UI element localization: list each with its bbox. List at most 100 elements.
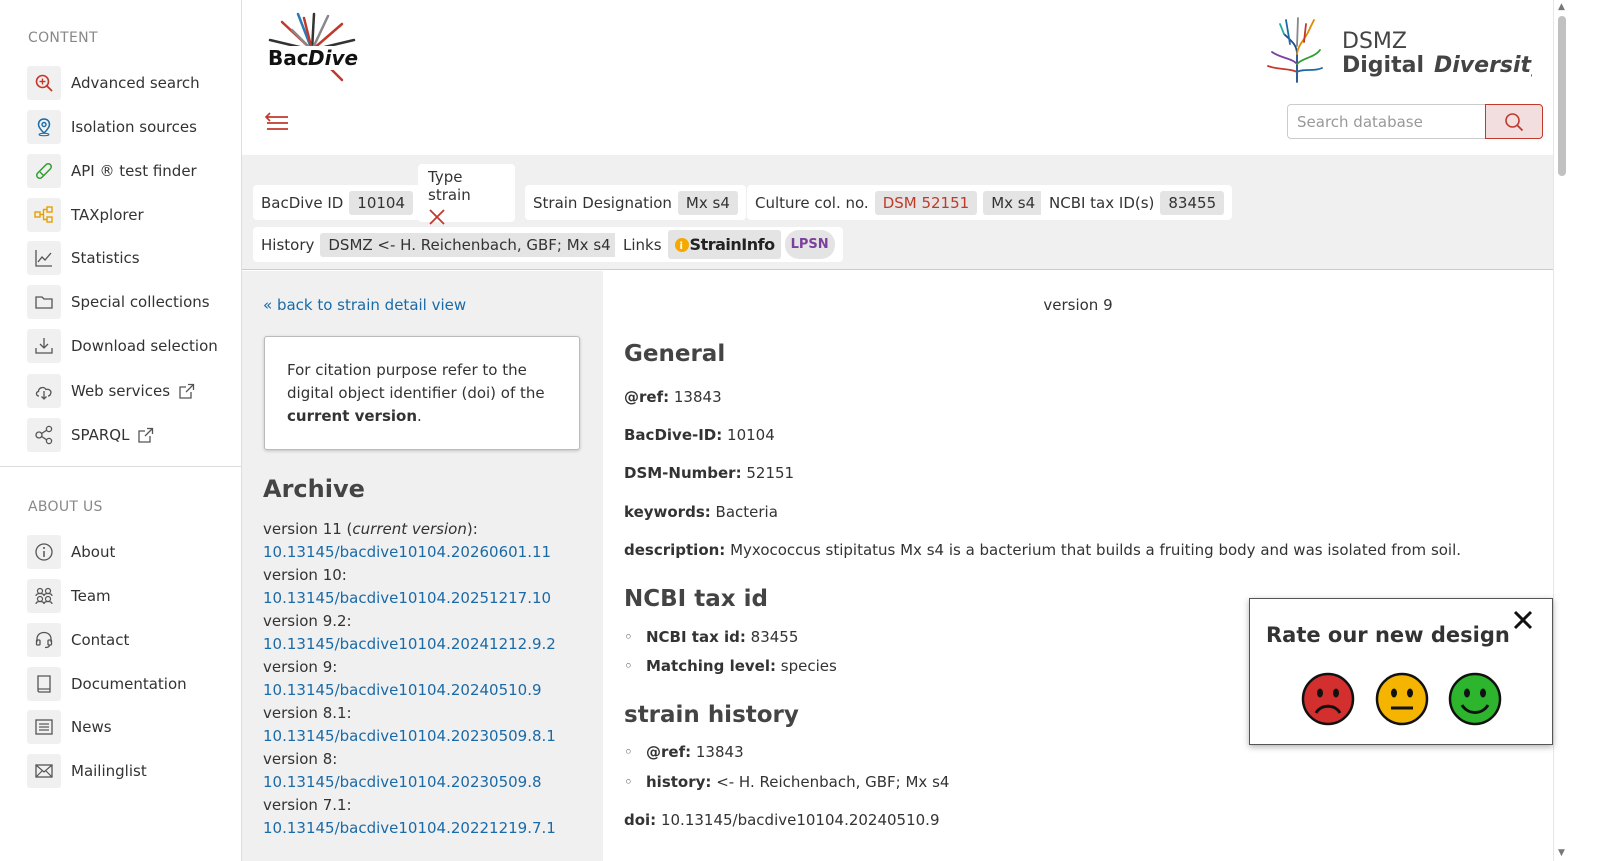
headset-icon: [27, 623, 61, 657]
lpsn-link[interactable]: LPSN: [784, 230, 835, 259]
svg-text:Diversity: Diversity: [1434, 53, 1532, 78]
sidebar-item-label: Contact: [71, 631, 130, 649]
sidebar-item-documentation[interactable]: Documentation: [27, 667, 227, 701]
archive-item: version 9: 10.13145/bacdive10104.2024051…: [263, 656, 593, 702]
field-matching-level: Matching level: species: [624, 657, 837, 675]
archive-doi-link[interactable]: 10.13145/bacdive10104.20221219.7.1: [263, 817, 593, 840]
dsmz-digital-diversity-logo[interactable]: DSMZ Digital Diversity: [1262, 14, 1547, 84]
version-label: version 9: [1043, 296, 1113, 314]
bacdive-id-value: 10104: [349, 190, 414, 215]
type-strain-chip: Type strain: [418, 164, 515, 225]
line-chart-icon: [27, 241, 61, 275]
search-button[interactable]: [1485, 104, 1543, 139]
share-nodes-icon: [27, 418, 61, 452]
field-ref: @ref: 13843: [624, 388, 722, 406]
archive-doi-link[interactable]: 10.13145/bacdive10104.20230509.8: [263, 771, 593, 794]
ncbi-tax-id-value: 83455: [1160, 190, 1225, 215]
section-title-general: General: [624, 341, 726, 367]
sidebar-item-news[interactable]: News: [27, 710, 227, 744]
strain-designation-label: Strain Designation: [533, 193, 672, 212]
straininfo-link[interactable]: i StrainInfo: [667, 230, 781, 259]
type-strain-label: Type strain: [428, 168, 471, 204]
links-label: Links: [623, 235, 662, 254]
sidebar-item-label: Documentation: [71, 675, 187, 693]
field-dsm-number: DSM-Number: 52151: [624, 464, 795, 482]
magnifier-plus-icon: [27, 66, 61, 100]
version-detail: version 9 General @ref: 13843 BacDive-ID…: [603, 271, 1553, 861]
close-icon[interactable]: [1510, 607, 1536, 633]
culture-collection-chip: Culture col. no. DSM 52151 Mx s4: [747, 185, 1052, 220]
sidebar-item-contact[interactable]: Contact: [27, 623, 227, 657]
archive-list: version 11 (current version): 10.13145/b…: [263, 518, 593, 840]
sidebar-item-label: TAXplorer: [71, 206, 144, 224]
archive-doi-link[interactable]: 10.13145/bacdive10104.20241212.9.2: [263, 633, 593, 656]
search-input[interactable]: [1287, 104, 1486, 139]
book-icon: [27, 667, 61, 701]
rate-design-popup: Rate our new design: [1249, 598, 1553, 745]
bacdive-logo[interactable]: Bac Dive: [262, 10, 362, 90]
svg-text:Digital: Digital: [1342, 53, 1424, 78]
sidebar-item-statistics[interactable]: Statistics: [27, 241, 227, 275]
history-value: DSMZ <- H. Reichenbach, GBF; Mx s4: [320, 232, 619, 257]
sidebar-item-api-test-finder[interactable]: API ® test finder: [27, 154, 227, 188]
sidebar-item-isolation-sources[interactable]: Isolation sources: [27, 110, 227, 144]
sidebar-divider: [0, 466, 241, 467]
sidebar-item-web-services[interactable]: Web services: [27, 374, 227, 408]
download-tray-icon: [27, 329, 61, 363]
sidebar-item-label: Download selection: [71, 337, 218, 355]
neutral-face-icon[interactable]: [1375, 672, 1429, 726]
archive-item: version 9.2: 10.13145/bacdive10104.20241…: [263, 610, 593, 656]
rate-design-title: Rate our new design: [1266, 623, 1510, 647]
svg-text:i: i: [679, 241, 682, 252]
sidebar-item-label: Special collections: [71, 293, 210, 311]
sidebar-item-sparql[interactable]: SPARQL: [27, 418, 227, 452]
field-history-ref: @ref: 13843: [624, 743, 744, 761]
sidebar-item-label: API ® test finder: [71, 162, 197, 180]
field-ncbi-tax-id: NCBI tax id: 83455: [624, 628, 798, 646]
map-pin-icon: [27, 110, 61, 144]
archive-doi-link[interactable]: 10.13145/bacdive10104.20251217.10: [263, 587, 593, 610]
sidebar-item-special-collections[interactable]: Special collections: [27, 285, 227, 319]
sidebar-item-taxplorer[interactable]: TAXplorer: [27, 198, 227, 232]
sad-face-icon[interactable]: [1301, 672, 1355, 726]
strain-info-bar: BacDive ID 10104 Type strain Strain Desi…: [242, 155, 1553, 270]
happy-face-icon[interactable]: [1448, 672, 1502, 726]
scroll-down-arrow-icon[interactable]: ▼: [1558, 848, 1565, 858]
svg-text:DSMZ: DSMZ: [1342, 29, 1407, 54]
ncbi-tax-id-chip: NCBI tax ID(s) 83455: [1041, 185, 1233, 220]
test-tube-icon: [27, 154, 61, 188]
archive-doi-link[interactable]: 10.13145/bacdive10104.20260601.11: [263, 541, 593, 564]
culture-collection-link[interactable]: DSM 52151: [874, 190, 978, 215]
archive-column: « back to strain detail view For citatio…: [242, 271, 603, 861]
field-description: description: Myxococcus stipitatus Mx s4…: [624, 541, 1462, 559]
scroll-up-arrow-icon[interactable]: ▲: [1558, 2, 1565, 12]
sidebar: CONTENT Advanced search Isolation source…: [0, 0, 242, 861]
history-chip: History DSMZ <- H. Reichenbach, GBF; Mx …: [253, 227, 627, 262]
strain-designation-value: Mx s4: [677, 190, 738, 215]
info-circle-icon: [27, 535, 61, 569]
field-keywords: keywords: Bacteria: [624, 503, 778, 521]
newspaper-icon: [27, 710, 61, 744]
sidebar-item-team[interactable]: Team: [27, 579, 227, 613]
page-scrollbar[interactable]: ▲ ▼: [1553, 0, 1569, 861]
sidebar-item-label: Statistics: [71, 249, 140, 267]
archive-item: version 8.1: 10.13145/bacdive10104.20230…: [263, 702, 593, 748]
sidebar-item-label: Team: [71, 587, 111, 605]
menu-collapse-icon[interactable]: [264, 108, 290, 134]
external-link-icon: [178, 383, 195, 400]
bacdive-id-chip: BacDive ID 10104: [253, 185, 422, 220]
sidebar-item-advanced-search[interactable]: Advanced search: [27, 66, 227, 100]
scrollbar-thumb[interactable]: [1558, 16, 1566, 176]
sidebar-item-mailinglist[interactable]: Mailinglist: [27, 754, 227, 788]
field-doi: doi: 10.13145/bacdive10104.20240510.9: [624, 811, 940, 829]
header: Bac Dive DSMZ Digital Diversity: [242, 0, 1553, 155]
sidebar-item-download-selection[interactable]: Download selection: [27, 329, 227, 363]
envelope-icon: [27, 754, 61, 788]
ncbi-tax-id-label: NCBI tax ID(s): [1049, 193, 1155, 212]
back-to-strain-link[interactable]: « back to strain detail view: [263, 296, 466, 314]
sidebar-item-about[interactable]: About: [27, 535, 227, 569]
sidebar-item-label: News: [71, 718, 112, 736]
svg-text:Dive: Dive: [308, 46, 358, 70]
archive-doi-link[interactable]: 10.13145/bacdive10104.20240510.9: [263, 679, 593, 702]
archive-doi-link[interactable]: 10.13145/bacdive10104.20230509.8.1: [263, 725, 593, 748]
